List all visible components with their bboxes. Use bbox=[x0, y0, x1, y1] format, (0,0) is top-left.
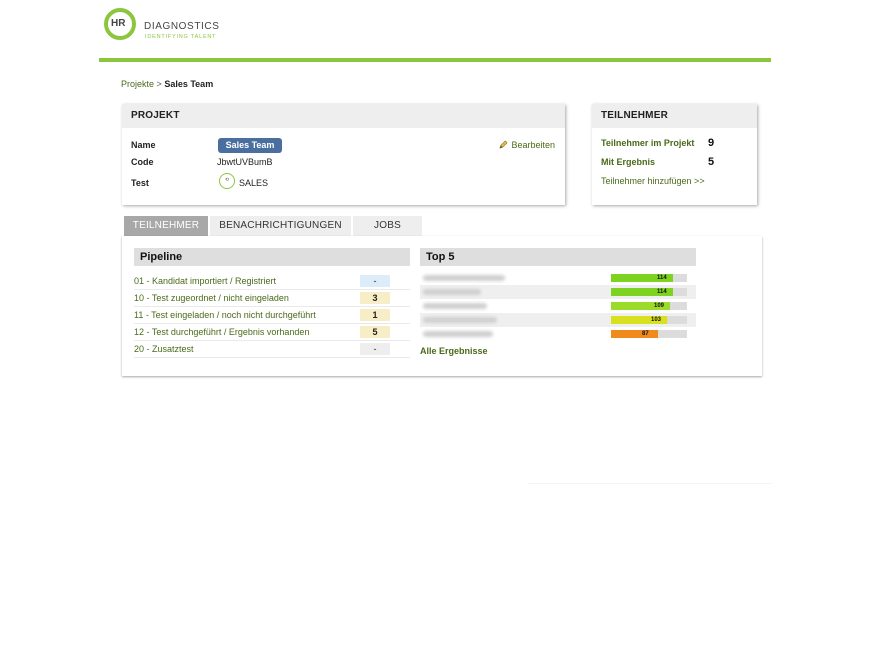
pipeline-row-count: - bbox=[360, 275, 390, 287]
pipeline-row-label: 11 - Test eingeladen / noch nicht durchg… bbox=[134, 310, 316, 320]
pipeline-row-count: 3 bbox=[360, 292, 390, 304]
divider bbox=[528, 483, 772, 484]
tab-jobs[interactable]: JOBS bbox=[353, 216, 422, 236]
pipeline-row-label: 12 - Test durchgeführt / Ergebnis vorhan… bbox=[134, 327, 310, 337]
blurred-candidate-name bbox=[423, 331, 493, 337]
pipeline-row-count: 5 bbox=[360, 326, 390, 338]
projekt-card-title: PROJEKT bbox=[122, 104, 565, 128]
logo-tagline: IDENTIFYING TALENT bbox=[145, 34, 217, 40]
code-label: Code bbox=[131, 157, 154, 167]
score-bar: 87 bbox=[611, 330, 687, 338]
breadcrumb-separator: > bbox=[156, 79, 162, 89]
all-results-link[interactable]: Alle Ergebnisse bbox=[420, 346, 488, 356]
blurred-candidate-name bbox=[423, 317, 497, 323]
top5-row[interactable]: 114 bbox=[420, 285, 696, 299]
name-label: Name bbox=[131, 140, 156, 150]
pipeline-row-count: - bbox=[360, 343, 390, 355]
teilnehmer-card: TEILNEHMER Teilnehmer im Projekt 9 Mit E… bbox=[592, 104, 757, 205]
header-divider bbox=[99, 58, 771, 62]
top5-heading: Top 5 bbox=[420, 248, 696, 266]
teilnehmer-tab-panel: Pipeline 01 - Kandidat importiert / Regi… bbox=[122, 236, 762, 376]
blurred-candidate-name bbox=[423, 289, 481, 295]
top5-row[interactable]: 109 bbox=[420, 299, 696, 313]
logo-hr: HR bbox=[111, 18, 126, 29]
breadcrumb: Projekte > Sales Team bbox=[121, 79, 213, 89]
teilnehmer-im-projekt-label: Teilnehmer im Projekt bbox=[601, 138, 695, 148]
pipeline-heading: Pipeline bbox=[134, 248, 410, 266]
score-bar: 103 bbox=[611, 316, 687, 324]
pipeline-row[interactable]: 10 - Test zugeordnet / nicht eingeladen … bbox=[134, 290, 410, 307]
pencil-icon bbox=[499, 140, 508, 149]
blurred-candidate-name bbox=[423, 275, 505, 281]
mit-ergebnis-label: Mit Ergebnis bbox=[601, 157, 656, 167]
pipeline-row[interactable]: 12 - Test durchgeführt / Ergebnis vorhan… bbox=[134, 324, 410, 341]
blurred-candidate-name bbox=[423, 303, 487, 309]
score-bar: 114 bbox=[611, 274, 687, 282]
score-bar: 109 bbox=[611, 302, 687, 310]
pipeline-row-label: 10 - Test zugeordnet / nicht eingeladen bbox=[134, 293, 289, 303]
tab-benachrichtigungen[interactable]: BENACHRICHTIGUNGEN bbox=[210, 216, 351, 236]
test-label: Test bbox=[131, 178, 149, 188]
test-value: SALES bbox=[239, 178, 269, 188]
edit-label: Bearbeiten bbox=[511, 140, 555, 150]
test-icon: ⟲ bbox=[219, 173, 235, 189]
score-value: 114 bbox=[657, 289, 667, 295]
edit-button[interactable]: Bearbeiten bbox=[499, 140, 555, 150]
breadcrumb-projekte-link[interactable]: Projekte bbox=[121, 79, 154, 89]
code-value: JbwtUVBumB bbox=[217, 157, 273, 167]
score-value: 87 bbox=[642, 331, 649, 337]
score-bar-fill bbox=[611, 330, 658, 338]
pipeline-row[interactable]: 11 - Test eingeladen / noch nicht durchg… bbox=[134, 307, 410, 324]
add-participant-link[interactable]: Teilnehmer hinzufügen >> bbox=[601, 176, 705, 186]
logo[interactable]: HR DIAGNOSTICS IDENTIFYING TALENT bbox=[104, 8, 224, 48]
teilnehmer-card-title: TEILNEHMER bbox=[592, 104, 757, 128]
top5-row[interactable]: 114 bbox=[420, 271, 696, 285]
top5-row[interactable]: 103 bbox=[420, 313, 696, 327]
teilnehmer-im-projekt-value: 9 bbox=[708, 137, 715, 149]
pipeline-row-label: 20 - Zusatztest bbox=[134, 344, 194, 354]
score-value: 114 bbox=[657, 275, 667, 281]
pipeline-row-label: 01 - Kandidat importiert / Registriert bbox=[134, 276, 277, 286]
tab-teilnehmer[interactable]: TEILNEHMER bbox=[124, 216, 208, 236]
score-value: 109 bbox=[654, 303, 665, 309]
projekt-card: PROJEKT Name Sales Team Code JbwtUVBumB … bbox=[122, 104, 565, 205]
score-bar: 114 bbox=[611, 288, 687, 296]
pipeline-row-count: 1 bbox=[360, 309, 390, 321]
score-value: 103 bbox=[651, 317, 662, 323]
breadcrumb-current: Sales Team bbox=[164, 79, 214, 89]
logo-name: DIAGNOSTICS bbox=[144, 21, 220, 32]
pipeline-row[interactable]: 20 - Zusatztest - bbox=[134, 341, 410, 358]
project-name-badge: Sales Team bbox=[218, 138, 282, 153]
mit-ergebnis-value: 5 bbox=[708, 156, 715, 168]
pipeline-row[interactable]: 01 - Kandidat importiert / Registriert - bbox=[134, 273, 410, 290]
top5-row[interactable]: 87 bbox=[420, 327, 696, 341]
